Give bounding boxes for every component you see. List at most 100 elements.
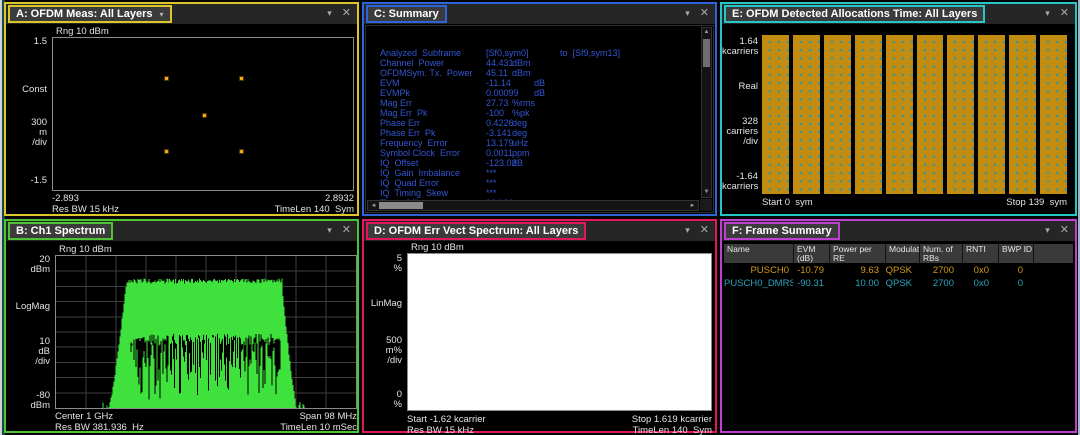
panel-f-titlebar: F: Frame Summary ▾ ✕	[722, 221, 1075, 241]
panel-d-title: D: OFDM Err Vect Spectrum: All Layers	[374, 225, 578, 237]
frame-summary-row[interactable]: PUSCH0-10.799.63QPSK27000x00	[724, 264, 1073, 277]
panel-summary: C: Summary ▾ ✕ Analyzed Subframe[Sf0,sym…	[362, 2, 717, 216]
summary-row: OFDMSym. Tx. Power45.11dBm	[368, 68, 697, 78]
y-axis-bottom-label: -1.5	[6, 176, 47, 186]
summary-row: Mag Err27.73%rms	[368, 98, 697, 108]
panel-c-title: C: Summary	[374, 8, 439, 20]
summary-horizontal-scrollbar[interactable]: ◄ ►	[367, 200, 699, 211]
frame-summary-header-cell: Power per RE (dBm)	[830, 244, 885, 263]
horizontal-scroll-thumb[interactable]	[379, 202, 423, 209]
close-icon[interactable]: ✕	[342, 7, 351, 20]
scrollbar-corner	[700, 199, 712, 211]
y-axis-bottom-label: -1.64 kcarriers	[722, 172, 758, 192]
frame-summary-header-cell: RNTI	[963, 244, 998, 263]
panel-e-titlebar: E: OFDM Detected Allocations Time: All L…	[722, 4, 1075, 24]
close-icon[interactable]: ✕	[700, 224, 709, 237]
footer-labels: Res BW 15 kHzTimeLen 140 Sym	[52, 204, 354, 215]
panel-e-tab[interactable]: E: OFDM Detected Allocations Time: All L…	[724, 5, 985, 23]
range-label: Rng 10 dBm	[56, 26, 109, 37]
panel-e-content: 1.64 kcarriers Real 328 carriers /div -1…	[722, 24, 1075, 214]
close-icon[interactable]: ✕	[342, 224, 351, 237]
summary-row: Channel Power44.431dBm	[368, 58, 697, 68]
range-label: Rng 10 dBm	[59, 244, 112, 255]
scroll-right-icon[interactable]: ►	[688, 202, 697, 211]
vsa-window: A: OFDM Meas: All Layers ▾ ▾ ✕ Rng 10 dB…	[0, 0, 1080, 435]
scroll-left-icon[interactable]: ◄	[369, 202, 378, 211]
dropdown-caret-icon[interactable]: ▾	[160, 10, 164, 19]
panel-d-tab[interactable]: D: OFDM Err Vect Spectrum: All Layers	[366, 222, 586, 240]
y-axis-format-label: LogMag	[6, 302, 50, 312]
constellation-point	[165, 77, 168, 80]
minimize-icon[interactable]: ▾	[327, 7, 332, 20]
allocation-block	[917, 35, 944, 194]
err-vect-plot[interactable]	[407, 253, 712, 411]
constellation-plot[interactable]	[52, 37, 354, 191]
allocation-block	[1009, 35, 1036, 194]
allocation-block	[855, 35, 882, 194]
frame-summary-header-cell: BWP ID	[999, 244, 1033, 263]
panel-ch1-spectrum: B: Ch1 Spectrum ▾ ✕ Rng 10 dBm 20 dBm Lo…	[4, 219, 359, 433]
summary-row: IQ Quad Error***	[368, 178, 697, 188]
summary-row: Frequency Error13.179uHz	[368, 138, 697, 148]
panel-ofdm-meas: A: OFDM Meas: All Layers ▾ ▾ ✕ Rng 10 dB…	[4, 2, 359, 216]
frame-summary-rows: PUSCH0-10.799.63QPSK27000x00PUSCH0_DMRS-…	[724, 264, 1073, 290]
panel-b-tab[interactable]: B: Ch1 Spectrum	[8, 222, 113, 240]
allocation-block	[947, 35, 974, 194]
panel-frame-summary: F: Frame Summary ▾ ✕ NameEVM (dB)Power p…	[720, 219, 1077, 433]
minimize-icon[interactable]: ▾	[1045, 224, 1050, 237]
frame-summary-header-cell: EVM (dB)	[794, 244, 829, 263]
minimize-icon[interactable]: ▾	[685, 7, 690, 20]
y-axis-scale-label: 500 m% /div	[364, 336, 402, 366]
close-icon[interactable]: ✕	[700, 7, 709, 20]
footer-labels: Res BW 15 kHzTimeLen 140 Sym	[407, 425, 712, 435]
panel-d-titlebar: D: OFDM Err Vect Spectrum: All Layers ▾ …	[364, 221, 715, 241]
summary-row: IQ Timing Skew***	[368, 188, 697, 198]
panel-a-titlebar: A: OFDM Meas: All Layers ▾ ▾ ✕	[6, 4, 357, 24]
x-axis-labels: Center 1 GHzSpan 98 MHz	[55, 411, 357, 422]
allocations-plot[interactable]	[762, 35, 1067, 194]
y-axis-top-label: 5 %	[364, 254, 402, 274]
panel-a-tab[interactable]: A: OFDM Meas: All Layers ▾	[8, 5, 172, 23]
x-axis-labels: Start 0 symStop 139 sym	[762, 197, 1067, 208]
panel-err-vect-spectrum: D: OFDM Err Vect Spectrum: All Layers ▾ …	[362, 219, 717, 433]
scroll-down-icon[interactable]: ▼	[702, 188, 711, 197]
allocation-block	[793, 35, 820, 194]
panel-d-content: Rng 10 dBm 5 % LinMag 500 m% /div 0 % St…	[364, 241, 715, 431]
panel-a-title: A: OFDM Meas: All Layers	[16, 8, 153, 20]
summary-readout: Analyzed Subframe[Sf0,sym0]to [Sf9,sym13…	[368, 48, 697, 208]
frame-summary-header-cell: Name	[724, 244, 793, 263]
panel-f-title: F: Frame Summary	[732, 225, 832, 237]
x-axis-labels: Start -1.62 kcarrierStop 1.619 kcarrier	[407, 414, 712, 425]
panel-c-tab[interactable]: C: Summary	[366, 5, 447, 23]
close-icon[interactable]: ✕	[1060, 7, 1069, 20]
summary-row: EVM-11.14dB	[368, 78, 697, 88]
panel-f-content: NameEVM (dB)Power per RE (dBm)Modulation…	[722, 241, 1075, 431]
y-axis-top-label: 1.5	[6, 37, 47, 47]
constellation-point	[240, 77, 243, 80]
minimize-icon[interactable]: ▾	[685, 224, 690, 237]
panel-b-titlebar: B: Ch1 Spectrum ▾ ✕	[6, 221, 357, 241]
summary-vertical-scrollbar[interactable]: ▲ ▼	[701, 27, 712, 198]
panel-e-title: E: OFDM Detected Allocations Time: All L…	[732, 8, 977, 20]
summary-row: IQ Offset-123.02dB	[368, 158, 697, 168]
y-axis-scale-label: 300 m /div	[6, 118, 47, 148]
spectrum-plot[interactable]	[55, 255, 357, 409]
scroll-up-icon[interactable]: ▲	[702, 28, 711, 37]
y-axis-bottom-label: -80 dBm	[6, 391, 50, 411]
summary-row: IQ Gain Imbalance***	[368, 168, 697, 178]
summary-row: Analyzed Subframe[Sf0,sym0]to [Sf9,sym13…	[368, 48, 697, 58]
minimize-icon[interactable]: ▾	[327, 224, 332, 237]
panel-b-title: B: Ch1 Spectrum	[16, 225, 105, 237]
constellation-point	[203, 114, 206, 117]
allocation-block	[824, 35, 851, 194]
close-icon[interactable]: ✕	[1060, 224, 1069, 237]
frame-summary-row[interactable]: PUSCH0_DMRS-90.3110.00QPSK27000x00	[724, 277, 1073, 290]
y-axis-format-label: LinMag	[364, 299, 402, 309]
minimize-icon[interactable]: ▾	[1045, 7, 1050, 20]
vertical-scroll-thumb[interactable]	[703, 39, 710, 67]
constellation-point	[165, 150, 168, 153]
y-axis-scale-label: 10 dB /div	[6, 337, 50, 367]
footer-labels: Res BW 381.936 HzTimeLen 10 mSec	[55, 422, 357, 433]
y-axis-scale-label: 328 carriers /div	[722, 117, 758, 147]
panel-f-tab[interactable]: F: Frame Summary	[724, 222, 840, 240]
